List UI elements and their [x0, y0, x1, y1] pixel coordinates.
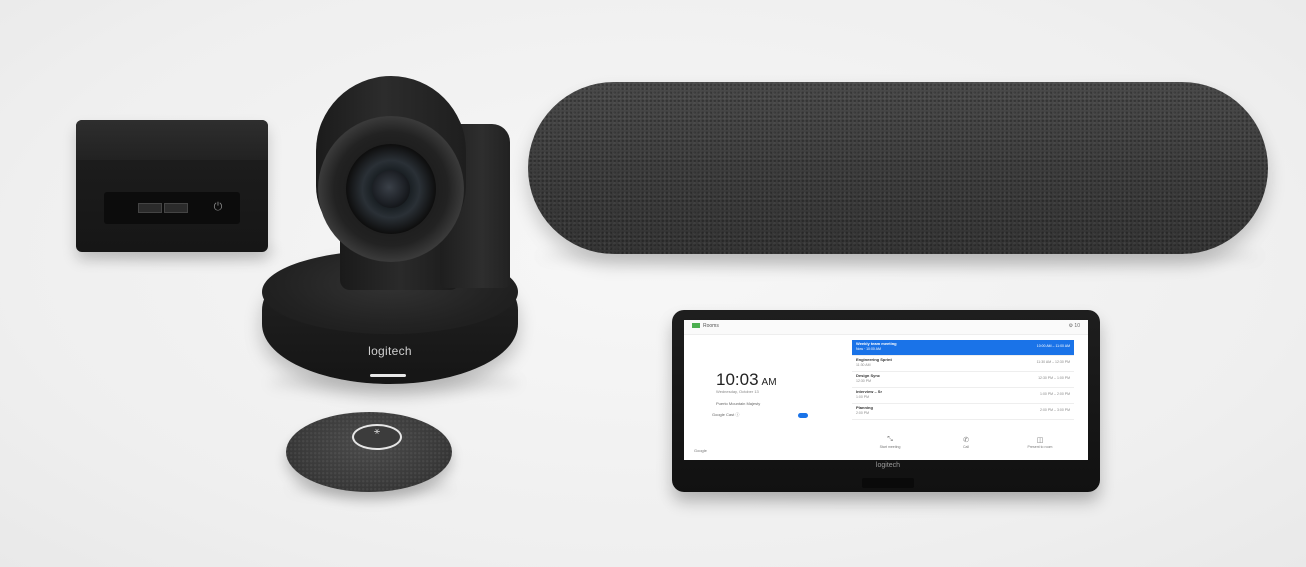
call-button[interactable]: ✆ Call — [936, 436, 996, 449]
power-icon: ⏻ — [213, 201, 223, 213]
present-icon: ◫ — [1036, 437, 1044, 444]
compute-box: ⏻ — [76, 120, 268, 252]
footer-brand: Google — [694, 448, 707, 453]
controller-foot — [862, 478, 914, 488]
present-button[interactable]: ◫ Present to room — [1010, 436, 1070, 449]
compute-front-panel: ⏻ — [104, 192, 240, 224]
screen-topbar: Rooms ⚙ 10 — [684, 320, 1088, 335]
controller-screen[interactable]: Rooms ⚙ 10 10:03 AM Wednesday, October 13… — [684, 320, 1088, 460]
present-label: Present to room — [1027, 445, 1053, 449]
meeting-item[interactable]: Planning 2:00 PM 2:00 PM – 3:00 PM — [852, 404, 1074, 420]
meeting-item[interactable]: Design Sync 12:30 PM 12:30 PM – 1:00 PM — [852, 372, 1074, 388]
usb-port — [164, 203, 188, 213]
meeting-time: 10:00 AM – 11:00 AM — [1036, 344, 1070, 348]
meeting-subtitle: 11:30 AM — [856, 363, 871, 367]
meeting-subtitle: 1:00 PM — [856, 395, 870, 399]
camera-lens-core — [372, 170, 410, 208]
clock-ampm: AM — [761, 377, 777, 388]
phone-icon: ✆ — [963, 437, 969, 444]
camera-logo: logitech — [368, 344, 412, 358]
meeting-subtitle: 12:30 PM — [856, 379, 871, 383]
screen-brand-label: Rooms — [703, 323, 719, 329]
cast-label: Google Cast ⓘ — [712, 412, 740, 417]
compute-box-top — [76, 120, 268, 160]
meeting-title: Interview – Sr — [856, 389, 883, 394]
meeting-title: Engineering Sprint — [856, 357, 892, 362]
meeting-title: Planning — [856, 405, 873, 410]
meeting-time: 12:30 PM – 1:00 PM — [1038, 376, 1070, 380]
clock-time: 10:03 — [716, 370, 759, 389]
screen-brand: Rooms — [692, 323, 719, 329]
meeting-title: Design Sync — [856, 373, 881, 378]
meeting-item[interactable]: Weekly team meeting Now · 10:00 AM 10:00… — [852, 340, 1074, 356]
start-meeting-label: Start meeting — [879, 445, 901, 449]
cast-toggle[interactable] — [798, 413, 808, 418]
meeting-subtitle: 2:00 PM — [856, 411, 870, 415]
screen-footer: Google ⤡ Start meeting ✆ Call ◫ Present … — [684, 430, 1088, 460]
mic-icon: ⚹ — [374, 426, 380, 437]
call-label: Call — [962, 445, 970, 449]
meeting-time: 2:00 PM – 3:00 PM — [1040, 408, 1070, 412]
camera-status-light — [370, 374, 406, 377]
usb-port — [138, 203, 162, 213]
clock-date: Wednesday, October 13 — [716, 389, 759, 394]
meeting-item[interactable]: Interview – Sr 1:00 PM 1:00 PM – 2:00 PM — [852, 388, 1074, 404]
meeting-time: 11:30 AM – 12:30 PM — [1036, 360, 1070, 364]
controller-logo: logitech — [875, 462, 901, 469]
settings-icon[interactable]: ⚙ 10 — [1069, 323, 1080, 329]
rooms-logo-icon — [692, 323, 700, 329]
meeting-subtitle: Now · 10:00 AM — [856, 347, 881, 351]
meeting-time: 1:00 PM – 2:00 PM — [1040, 392, 1070, 396]
meeting-title: Weekly team meeting — [856, 341, 897, 346]
meeting-list: Weekly team meeting Now · 10:00 AM 10:00… — [852, 340, 1074, 420]
room-name: Puerto Mountain Majesty — [716, 401, 761, 406]
start-meeting-button[interactable]: ⤡ Start meeting — [860, 436, 920, 449]
start-meeting-icon: ⤡ — [887, 436, 893, 443]
meeting-item[interactable]: Engineering Sprint 11:30 AM 11:30 AM – 1… — [852, 356, 1074, 372]
product-scene: ⏻ logitech ⚹ Rooms ⚙ 10 10:03 AM Wednesda… — [0, 0, 1306, 567]
speaker-bar — [528, 82, 1268, 254]
clock: 10:03 AM — [716, 370, 777, 390]
